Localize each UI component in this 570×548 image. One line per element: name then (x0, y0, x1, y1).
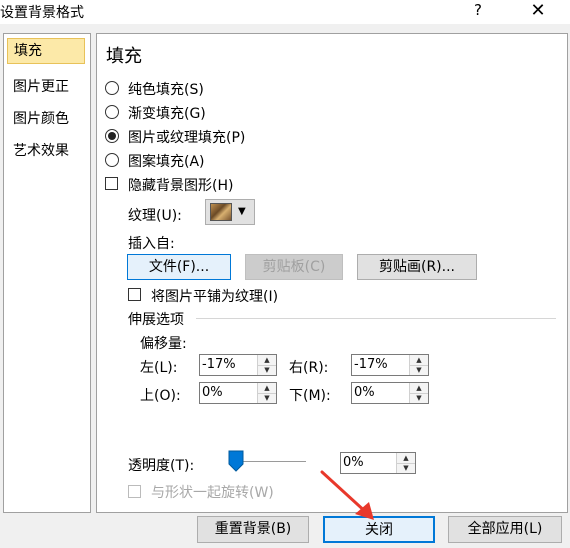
rotate-with-shape-label: 与形状一起旋转(W) (151, 485, 274, 501)
offset-top-label: 上(O): (140, 388, 181, 404)
nav-item-picture-color[interactable]: 图片颜色 (7, 106, 85, 132)
offset-top-value: 0% (202, 385, 223, 400)
spin-down-icon[interactable]: ▼ (258, 393, 276, 403)
radio-picture-texture-fill[interactable] (105, 129, 119, 143)
reset-background-button[interactable]: 重置背景(B) (197, 516, 309, 543)
file-button[interactable]: 文件(F)... (127, 254, 231, 280)
spinner-arrows: ▲ ▼ (257, 383, 276, 403)
offset-bottom-label: 下(M): (289, 388, 331, 404)
section-divider (196, 318, 556, 319)
offset-left-spinner[interactable]: -17% ▲ ▼ (199, 354, 277, 376)
tile-texture-checkbox[interactable] (128, 288, 141, 301)
spin-down-icon[interactable]: ▼ (410, 393, 428, 403)
offset-right-label: 右(R): (289, 360, 329, 376)
offset-label: 偏移量: (140, 336, 187, 352)
texture-dropdown[interactable]: ▼ (205, 199, 255, 225)
window-title: 设置背景格式 (0, 5, 84, 21)
hide-background-label: 隐藏背景图形(H) (128, 178, 234, 194)
offset-right-spinner[interactable]: -17% ▲ ▼ (351, 354, 429, 376)
offset-right-value: -17% (354, 357, 388, 372)
nav-item-fill[interactable]: 填充 (7, 38, 85, 64)
section-heading: 填充 (106, 46, 142, 67)
help-icon[interactable]: ? (468, 1, 488, 19)
offset-bottom-value: 0% (354, 385, 375, 400)
close-icon[interactable]: ✕ (523, 0, 553, 21)
spin-down-icon[interactable]: ▼ (397, 463, 415, 473)
offset-left-label: 左(L): (140, 360, 178, 376)
hide-background-checkbox[interactable] (105, 177, 118, 190)
transparency-slider-thumb[interactable] (228, 450, 244, 472)
radio-pattern-fill-label: 图案填充(A) (128, 154, 205, 170)
clipboard-button[interactable]: 剪贴板(C) (245, 254, 343, 280)
offset-bottom-spinner[interactable]: 0% ▲ ▼ (351, 382, 429, 404)
spinner-arrows: ▲ ▼ (409, 383, 428, 403)
nav-item-artistic-effects[interactable]: 艺术效果 (7, 138, 85, 164)
spinner-arrows: ▲ ▼ (409, 355, 428, 375)
radio-solid-fill[interactable] (105, 81, 119, 95)
spinner-arrows: ▲ ▼ (396, 453, 415, 473)
nav-item-picture-corrections[interactable]: 图片更正 (7, 74, 85, 100)
category-list: 填充 图片更正 图片颜色 艺术效果 (3, 33, 91, 513)
clipart-button[interactable]: 剪贴画(R)... (357, 254, 477, 280)
radio-gradient-fill[interactable] (105, 105, 119, 119)
texture-label: 纹理(U): (128, 208, 182, 224)
spin-down-icon[interactable]: ▼ (410, 365, 428, 375)
spin-down-icon[interactable]: ▼ (258, 365, 276, 375)
stretch-options-heading: 伸展选项 (128, 312, 184, 328)
transparency-slider-track[interactable] (236, 461, 306, 462)
radio-pattern-fill[interactable] (105, 153, 119, 167)
texture-swatch (210, 203, 232, 221)
radio-solid-fill-label: 纯色填充(S) (128, 82, 204, 98)
insert-from-label: 插入自: (128, 236, 175, 252)
radio-picture-texture-fill-label: 图片或纹理填充(P) (128, 130, 246, 146)
offset-left-value: -17% (202, 357, 236, 372)
rotate-with-shape-checkbox[interactable] (128, 485, 141, 498)
radio-gradient-fill-label: 渐变填充(G) (128, 106, 206, 122)
tile-texture-label: 将图片平铺为纹理(I) (151, 289, 279, 305)
offset-top-spinner[interactable]: 0% ▲ ▼ (199, 382, 277, 404)
spinner-arrows: ▲ ▼ (257, 355, 276, 375)
annotation-arrow-icon (320, 470, 374, 520)
chevron-down-icon: ▼ (238, 206, 246, 217)
apply-to-all-button[interactable]: 全部应用(L) (448, 516, 562, 543)
transparency-label: 透明度(T): (128, 458, 195, 474)
